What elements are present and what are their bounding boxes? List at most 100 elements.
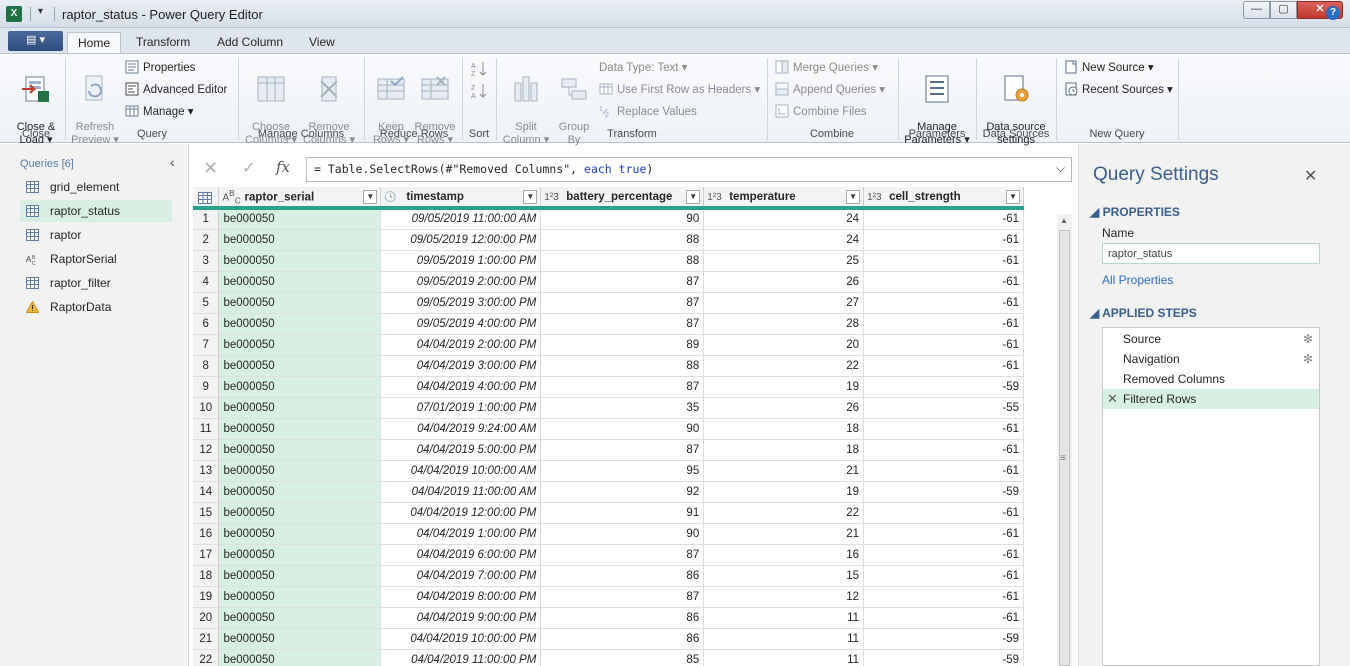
formula-input[interactable]: = Table.SelectRows(#"Removed Columns", e… xyxy=(306,157,1072,182)
row-number[interactable]: 16 xyxy=(193,523,220,545)
table-row[interactable]: 10 be000050 07/01/2019 1:00:00 PM 35 26 -55 xyxy=(193,397,1024,419)
cell-raptor-serial[interactable]: be000050 xyxy=(218,334,382,356)
cell-strength[interactable]: -61 xyxy=(863,334,1024,356)
table-row[interactable]: 11 be000050 04/04/2019 9:24:00 AM 90 18 -61 xyxy=(193,418,1024,440)
cell-timestamp[interactable]: 04/04/2019 4:00:00 PM xyxy=(380,376,542,398)
quick-access-menu-icon[interactable]: ▾ xyxy=(38,6,43,17)
minimize-button[interactable]: — xyxy=(1243,1,1270,19)
cell-raptor-serial[interactable]: be000050 xyxy=(218,397,382,419)
table-row[interactable]: 4 be000050 09/05/2019 2:00:00 PM 87 26 -61 xyxy=(193,271,1024,293)
cell-strength[interactable]: -61 xyxy=(863,292,1024,314)
cell-temperature[interactable]: 11 xyxy=(703,628,865,650)
row-number[interactable]: 15 xyxy=(193,502,220,524)
delete-step-icon[interactable]: ✕ xyxy=(1107,389,1118,409)
cell-raptor-serial[interactable]: be000050 xyxy=(218,586,382,608)
cell-temperature[interactable]: 28 xyxy=(703,313,865,335)
row-number[interactable]: 11 xyxy=(193,418,220,440)
cell-battery-percentage[interactable]: 90 xyxy=(540,208,705,230)
cancel-formula-icon[interactable]: ✕ xyxy=(203,158,218,179)
cell-battery-percentage[interactable]: 95 xyxy=(540,460,705,482)
cell-strength[interactable]: -59 xyxy=(863,481,1024,503)
cell-raptor-serial[interactable]: be000050 xyxy=(218,460,382,482)
cell-raptor-serial[interactable]: be000050 xyxy=(218,628,382,650)
cell-battery-percentage[interactable]: 87 xyxy=(540,586,705,608)
cell-raptor-serial[interactable]: be000050 xyxy=(218,523,382,545)
cell-timestamp[interactable]: 04/04/2019 12:00:00 PM xyxy=(380,502,542,524)
row-number[interactable]: 8 xyxy=(193,355,220,377)
cell-battery-percentage[interactable]: 86 xyxy=(540,607,705,629)
row-number[interactable]: 21 xyxy=(193,628,220,650)
table-row[interactable]: 13 be000050 04/04/2019 10:00:00 AM 95 21 -61 xyxy=(193,460,1024,482)
cell-timestamp[interactable]: 04/04/2019 8:00:00 PM xyxy=(380,586,542,608)
cell-battery-percentage[interactable]: 88 xyxy=(540,355,705,377)
cell-timestamp[interactable]: 09/05/2019 1:00:00 PM xyxy=(380,250,542,272)
row-number[interactable]: 2 xyxy=(193,229,220,251)
table-row[interactable]: 20 be000050 04/04/2019 9:00:00 PM 86 11 -61 xyxy=(193,607,1024,629)
sort-ascending-icon[interactable]: AZ xyxy=(470,60,488,78)
cell-strength[interactable]: -61 xyxy=(863,502,1024,524)
cell-timestamp[interactable]: 04/04/2019 11:00:00 PM xyxy=(380,649,542,666)
table-row[interactable]: 14 be000050 04/04/2019 11:00:00 AM 92 19 -59 xyxy=(193,481,1024,503)
cell-strength[interactable]: -61 xyxy=(863,271,1024,293)
cell-raptor-serial[interactable]: be000050 xyxy=(218,292,382,314)
advanced-editor-button[interactable]: Advanced Editor xyxy=(125,80,227,100)
table-row[interactable]: 21 be000050 04/04/2019 10:00:00 PM 86 11 -59 xyxy=(193,628,1024,650)
table-row[interactable]: 7 be000050 04/04/2019 2:00:00 PM 89 20 -61 xyxy=(193,334,1024,356)
cell-temperature[interactable]: 27 xyxy=(703,292,865,314)
cell-temperature[interactable]: 24 xyxy=(703,229,865,251)
table-row[interactable]: 8 be000050 04/04/2019 3:00:00 PM 88 22 -61 xyxy=(193,355,1024,377)
gear-icon[interactable]: ✻ xyxy=(1303,329,1313,349)
row-number[interactable]: 6 xyxy=(193,313,220,335)
cell-strength[interactable]: -59 xyxy=(863,649,1024,666)
combine-files-button[interactable]: Combine Files xyxy=(775,102,867,122)
cell-timestamp[interactable]: 04/04/2019 3:00:00 PM xyxy=(380,355,542,377)
table-menu-corner[interactable] xyxy=(193,187,220,210)
row-number[interactable]: 20 xyxy=(193,607,220,629)
collapse-pane-chevron-icon[interactable]: ‹ xyxy=(170,154,175,170)
expand-formula-chevron-icon[interactable]: ⌵ xyxy=(1056,161,1065,176)
applied-steps-section-header[interactable]: ◢ APPLIED STEPS xyxy=(1090,306,1197,320)
cell-temperature[interactable]: 11 xyxy=(703,607,865,629)
commit-formula-icon[interactable]: ✓ xyxy=(242,158,255,178)
cell-battery-percentage[interactable]: 88 xyxy=(540,229,705,251)
row-number[interactable]: 17 xyxy=(193,544,220,566)
cell-battery-percentage[interactable]: 85 xyxy=(540,649,705,666)
cell-strength[interactable]: -61 xyxy=(863,544,1024,566)
table-row[interactable]: 15 be000050 04/04/2019 12:00:00 PM 91 22 -61 xyxy=(193,502,1024,524)
cell-timestamp[interactable]: 04/04/2019 2:00:00 PM xyxy=(380,334,542,356)
cell-temperature[interactable]: 21 xyxy=(703,523,865,545)
row-number[interactable]: 5 xyxy=(193,292,220,314)
cell-raptor-serial[interactable]: be000050 xyxy=(218,544,382,566)
cell-strength[interactable]: -55 xyxy=(863,397,1024,419)
query-item-raptor-filter[interactable]: raptor_filter xyxy=(20,272,172,294)
cell-timestamp[interactable]: 04/04/2019 6:00:00 PM xyxy=(380,544,542,566)
row-number[interactable]: 18 xyxy=(193,565,220,587)
cell-battery-percentage[interactable]: 87 xyxy=(540,544,705,566)
cell-timestamp[interactable]: 04/04/2019 10:00:00 PM xyxy=(380,628,542,650)
row-number[interactable]: 22 xyxy=(193,649,220,666)
cell-raptor-serial[interactable]: be000050 xyxy=(218,607,382,629)
properties-section-header[interactable]: ◢ PROPERTIES xyxy=(1090,205,1180,219)
table-row[interactable]: 18 be000050 04/04/2019 7:00:00 PM 86 15 -61 xyxy=(193,565,1024,587)
insert-function-icon[interactable]: fx xyxy=(276,158,290,176)
row-number[interactable]: 14 xyxy=(193,481,220,503)
table-row[interactable]: 17 be000050 04/04/2019 6:00:00 PM 87 16 -61 xyxy=(193,544,1024,566)
column-header-battery-percentage[interactable]: 1²3 battery_percentage ▼ xyxy=(540,187,705,210)
close-pane-icon[interactable]: ✕ xyxy=(1304,166,1317,186)
cell-timestamp[interactable]: 04/04/2019 5:00:00 PM xyxy=(380,439,542,461)
query-item-raptordata[interactable]: RaptorData xyxy=(20,296,172,318)
cell-timestamp[interactable]: 09/05/2019 2:00:00 PM xyxy=(380,271,542,293)
use-first-row-as-headers-button[interactable]: Use First Row as Headers ▾ xyxy=(599,80,760,100)
tab-view[interactable]: View xyxy=(299,32,345,54)
cell-battery-percentage[interactable]: 87 xyxy=(540,439,705,461)
properties-button[interactable]: Properties xyxy=(125,58,195,78)
cell-temperature[interactable]: 26 xyxy=(703,397,865,419)
query-item-raptorserial[interactable]: ABC RaptorSerial xyxy=(20,248,172,270)
cell-timestamp[interactable]: 09/05/2019 3:00:00 PM xyxy=(380,292,542,314)
cell-temperature[interactable]: 15 xyxy=(703,565,865,587)
cell-timestamp[interactable]: 09/05/2019 12:00:00 PM xyxy=(380,229,542,251)
cell-temperature[interactable]: 22 xyxy=(703,502,865,524)
help-icon[interactable]: ? xyxy=(1326,6,1340,20)
cell-raptor-serial[interactable]: be000050 xyxy=(218,481,382,503)
scrollbar-thumb[interactable] xyxy=(1059,230,1070,666)
